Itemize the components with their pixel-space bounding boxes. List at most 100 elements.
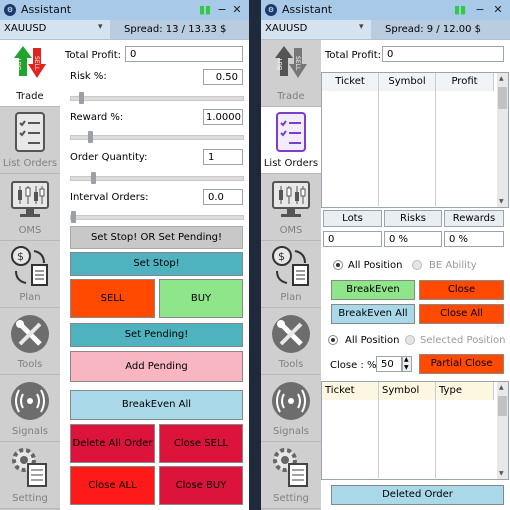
title-bar[interactable]: ⚙ Assistant ▮▮ − ✕ (0, 0, 249, 20)
scroll-up-icon[interactable]: ▲ (499, 384, 504, 391)
risk-slider[interactable] (70, 92, 244, 104)
set-pending-button[interactable]: Set Pending! (70, 323, 243, 347)
all-position-radio-2[interactable] (328, 335, 338, 345)
pending-orders-table[interactable]: Ticket Symbol Type ▲ ▼ (321, 381, 509, 480)
symbol-row: XAUUSD ▾ Spread: 13 / 13.33 $ (0, 20, 249, 40)
spinner-down-icon[interactable]: ▼ (404, 364, 409, 371)
sidebar-item-setting[interactable]: Setting (0, 442, 60, 509)
buy-button[interactable]: BUY (159, 279, 243, 318)
minimize-button[interactable]: − (216, 2, 228, 18)
sidebar-item-tools[interactable]: Tools (261, 308, 321, 375)
scroll-down-icon[interactable]: ▼ (499, 198, 504, 205)
scroll-down-icon[interactable]: ▼ (499, 470, 504, 477)
svg-text:$: $ (17, 250, 24, 263)
sidebar-item-oms[interactable]: OMS (0, 174, 60, 241)
green-chart-icon[interactable]: ▮▮ (198, 2, 212, 18)
order-quantity-input[interactable]: 1 (203, 149, 243, 165)
sidebar-label: Plan (19, 292, 41, 303)
slider-thumb[interactable] (91, 172, 97, 184)
broadcast-icon (11, 382, 49, 420)
symbol-selector[interactable]: XAUUSD (4, 23, 46, 34)
svg-text:BUY: BUY (16, 57, 23, 70)
minimize-button[interactable]: − (474, 2, 486, 18)
all-position-radio[interactable] (333, 260, 343, 270)
breakeven-button[interactable]: BreakEven (331, 280, 415, 300)
risk-input[interactable]: 0.50 (203, 69, 243, 85)
column-header[interactable]: Ticket (322, 73, 379, 91)
percent-spinner[interactable]: ▲ ▼ (402, 356, 412, 372)
close-button[interactable]: Close (419, 280, 504, 300)
close-sell-button[interactable]: Close SELL (159, 424, 243, 463)
sidebar-item-plan[interactable]: $ Plan (0, 241, 60, 308)
chevron-down-icon[interactable]: ▾ (359, 22, 364, 32)
breakeven-all-button[interactable]: BreakEven All (331, 304, 415, 324)
be-ability-radio[interactable] (412, 260, 422, 270)
sidebar-label: Trade (277, 91, 305, 102)
close-percent-input[interactable]: 50 (376, 356, 402, 372)
partial-close-button[interactable]: Partial Close (419, 354, 504, 374)
selected-position-label: Selected Position (420, 335, 506, 346)
column-header[interactable]: Profit (436, 73, 494, 91)
deleted-order-button[interactable]: Deleted Order (331, 485, 504, 505)
reward-slider[interactable] (70, 131, 244, 143)
reward-input[interactable]: 1.0000 (203, 109, 243, 125)
close-buy-button[interactable]: Close BUY (159, 466, 243, 505)
slider-thumb[interactable] (79, 92, 85, 104)
order-quantity-slider[interactable] (70, 172, 244, 184)
symbol-selector[interactable]: XAUUSD (265, 23, 307, 34)
column-divider (378, 91, 379, 206)
sidebar-label: Tools (17, 359, 43, 370)
trade-content: Total Profit: 0 Risk %: 0.50 Reward %: 1… (60, 40, 249, 510)
rewards-header: Rewards (444, 210, 504, 227)
close-all-button[interactable]: Close ALL (70, 466, 155, 505)
sidebar-item-plan[interactable]: $ Plan (261, 241, 321, 308)
orders-table[interactable]: Ticket Symbol Profit ▲ ▼ (321, 72, 509, 208)
column-header[interactable]: Type (436, 382, 494, 400)
slider-thumb[interactable] (71, 211, 76, 223)
sidebar-label: OMS (18, 225, 42, 236)
sidebar-item-trade[interactable]: BUY SELL Trade (0, 40, 60, 107)
interval-orders-input[interactable]: 0.0 (203, 189, 243, 205)
column-header[interactable]: Ticket (322, 382, 379, 400)
slider-thumb[interactable] (87, 131, 93, 143)
scrollbar[interactable]: ▲ ▼ (497, 73, 508, 207)
close-all-button[interactable]: Close All (419, 304, 504, 324)
sidebar-item-list-orders[interactable]: List Orders (261, 107, 321, 174)
scroll-thumb[interactable] (498, 396, 507, 416)
spinner-up-icon[interactable]: ▲ (404, 356, 409, 363)
interval-orders-slider[interactable] (70, 211, 244, 223)
sidebar-item-setting[interactable]: Setting (261, 442, 321, 509)
column-header[interactable]: Symbol (379, 382, 436, 400)
assistant-panel-trade: ⚙ Assistant ▮▮ − ✕ XAUUSD ▾ Spread: 13 /… (0, 0, 249, 510)
wrench-screwdriver-icon (272, 315, 310, 353)
sell-button[interactable]: SELL (70, 279, 155, 318)
sidebar-item-signals[interactable]: Signals (261, 375, 321, 442)
sidebar-label: List Orders (2, 158, 58, 169)
chevron-down-icon[interactable]: ▾ (98, 22, 103, 32)
window-title: Assistant (282, 3, 333, 16)
column-header[interactable]: Symbol (379, 73, 436, 91)
risks-header: Risks (384, 210, 442, 227)
scroll-thumb[interactable] (498, 87, 507, 109)
selected-position-radio[interactable] (405, 335, 415, 345)
total-profit-field[interactable]: 0 (125, 46, 243, 62)
sidebar-item-list-orders[interactable]: List Orders (0, 107, 60, 174)
close-button[interactable]: ✕ (492, 2, 504, 18)
scrollbar[interactable]: ▲ ▼ (497, 382, 508, 479)
column-divider (378, 400, 379, 478)
set-stop-button[interactable]: Set Stop! (70, 252, 243, 276)
sidebar-item-oms[interactable]: OMS (261, 174, 321, 241)
add-pending-button[interactable]: Add Pending (70, 351, 243, 382)
sidebar-label: Tools (278, 359, 304, 370)
sidebar-item-signals[interactable]: Signals (0, 375, 60, 442)
delete-all-order-button[interactable]: Delete All Order (70, 424, 155, 463)
sidebar-item-trade[interactable]: BUY SELL Trade (261, 40, 321, 107)
sidebar-item-tools[interactable]: Tools (0, 308, 60, 375)
scroll-up-icon[interactable]: ▲ (499, 75, 504, 82)
breakeven-all-button[interactable]: BreakEven All (70, 390, 243, 420)
window-title: Assistant (21, 3, 72, 16)
total-profit-field[interactable]: 0 (382, 46, 504, 62)
close-button[interactable]: ✕ (231, 2, 243, 18)
title-bar[interactable]: ⚙ Assistant ▮▮ − ✕ (261, 0, 510, 20)
green-chart-icon[interactable]: ▮▮ (453, 2, 467, 18)
